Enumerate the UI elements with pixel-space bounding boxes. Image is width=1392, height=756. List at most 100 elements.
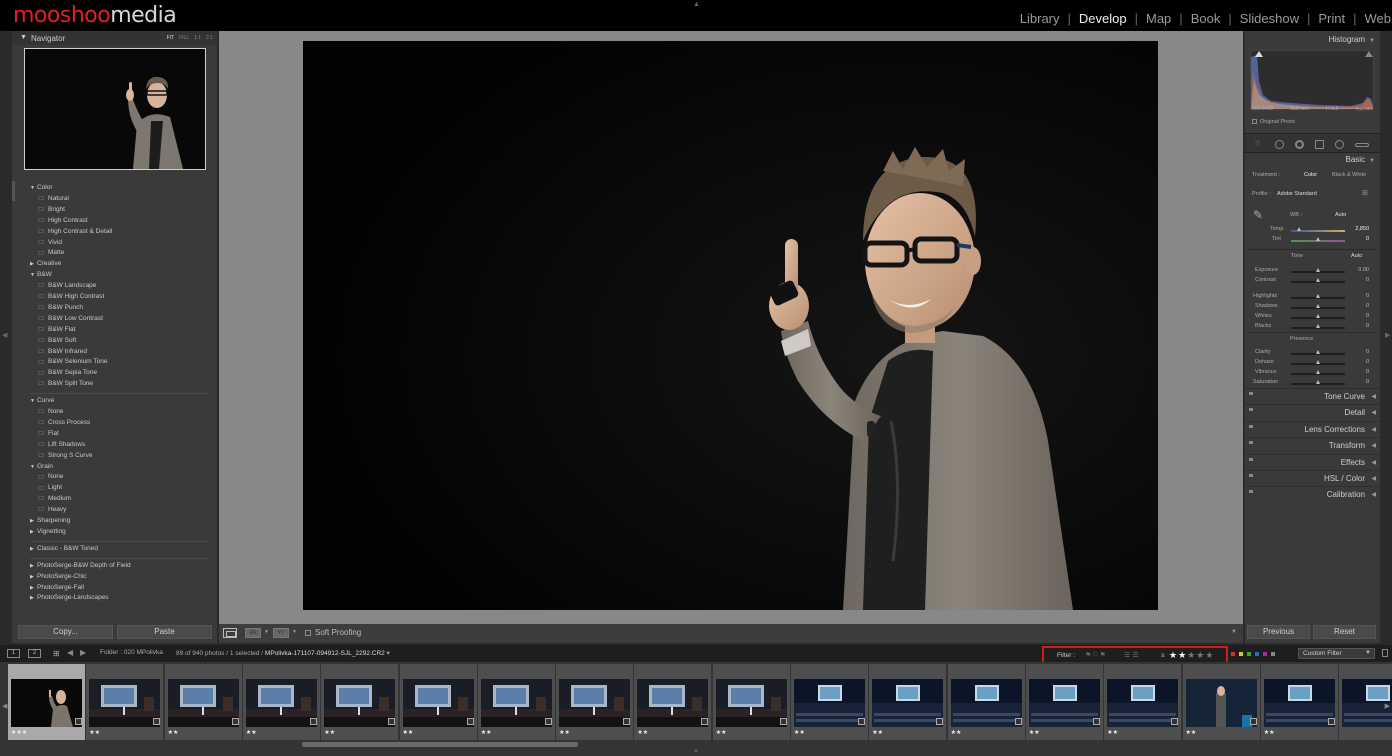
vibrance-slider-knob[interactable]: [1316, 370, 1320, 374]
bottom-panel-toggle-icon[interactable]: ▼: [693, 749, 699, 755]
navigator-preview[interactable]: [24, 48, 206, 170]
toolbar-menu-icon[interactable]: ▼: [1231, 629, 1237, 635]
preset-item[interactable]: High Contrast: [38, 217, 88, 224]
contrast-slider[interactable]: [1291, 278, 1345, 283]
panel-lens-corrections[interactable]: Lens Corrections ◀: [1245, 420, 1380, 437]
filmstrip-thumbnail[interactable]: ★★: [1182, 664, 1260, 740]
filmstrip-thumbnail[interactable]: ★★: [556, 664, 634, 740]
preset-item[interactable]: Strong S Curve: [38, 452, 92, 459]
filmstrip-thumbnail[interactable]: ★★: [869, 664, 947, 740]
whites-slider[interactable]: [1291, 314, 1345, 319]
panel-switch-icon[interactable]: [1249, 408, 1253, 412]
treatment-bw-option[interactable]: Black & White: [1332, 172, 1366, 178]
spot-removal-icon[interactable]: [1275, 140, 1284, 149]
preset-item[interactable]: Cross Process: [38, 419, 90, 426]
dehaze-value[interactable]: 0: [1366, 359, 1369, 365]
exposure-slider[interactable]: [1291, 268, 1345, 273]
color-label-swatch[interactable]: [1255, 652, 1259, 656]
color-label-swatch[interactable]: [1231, 652, 1235, 656]
copy-settings-button[interactable]: Copy...: [18, 625, 113, 639]
temp-slider[interactable]: [1291, 227, 1345, 232]
zoom-1-1[interactable]: 1:1: [194, 35, 201, 41]
right-panel-edge[interactable]: ▶: [1380, 31, 1392, 643]
module-web[interactable]: Web: [1364, 11, 1392, 26]
temp-slider-knob[interactable]: [1297, 227, 1301, 231]
blacks-slider[interactable]: [1291, 324, 1345, 329]
star-icon[interactable]: ★: [1205, 650, 1214, 660]
whites-slider-knob[interactable]: [1316, 314, 1320, 318]
custom-filter-select[interactable]: Custom Filter ▼: [1298, 648, 1375, 659]
tint-slider-knob[interactable]: [1316, 237, 1320, 241]
profile-select[interactable]: Adobe Standard: [1277, 191, 1317, 197]
preset-item[interactable]: Medium: [38, 495, 71, 502]
left-panel-edge[interactable]: ◀: [0, 31, 12, 643]
preset-group[interactable]: ▶ Sharpening: [30, 517, 70, 524]
filter-lock-icon[interactable]: [1382, 649, 1388, 657]
tint-slider[interactable]: [1291, 237, 1345, 242]
module-book[interactable]: Book: [1190, 11, 1222, 26]
saturation-value[interactable]: 0: [1366, 379, 1369, 385]
panel-detail[interactable]: Detail ◀: [1245, 404, 1380, 420]
main-photo[interactable]: [303, 41, 1158, 610]
graduated-filter-icon[interactable]: [1315, 140, 1324, 149]
star-icon[interactable]: ★: [1196, 650, 1205, 660]
color-label-filter[interactable]: [1231, 652, 1275, 656]
preset-group[interactable]: ▶ PhotoSerge-Chic: [30, 573, 87, 580]
preset-group[interactable]: ▶ Vignetting: [30, 528, 66, 535]
saturation-slider-knob[interactable]: [1316, 380, 1320, 384]
wb-select[interactable]: Auto: [1335, 212, 1346, 218]
panel-tone-curve[interactable]: Tone Curve ◀: [1245, 388, 1380, 404]
preset-item[interactable]: Light: [38, 484, 62, 491]
whites-value[interactable]: 0: [1366, 313, 1369, 319]
rating-filter-stars[interactable]: ★★★★★: [1169, 650, 1214, 661]
main-window-button[interactable]: 1: [7, 649, 20, 658]
preset-item[interactable]: Natural: [38, 195, 69, 202]
filmstrip-thumbnail[interactable]: ★★: [1104, 664, 1182, 740]
histogram-header[interactable]: Histogram ▼: [1329, 35, 1375, 44]
preset-item[interactable]: B&W Selenium Tone: [38, 358, 108, 365]
reset-button[interactable]: Reset: [1313, 625, 1376, 639]
grid-view-icon[interactable]: ⊞: [53, 649, 60, 658]
radial-filter-icon[interactable]: [1335, 140, 1344, 149]
panel-calibration[interactable]: Calibration ◀: [1245, 486, 1380, 502]
preset-item[interactable]: Vivid: [38, 239, 62, 246]
preset-group[interactable]: ▼ B&W: [30, 271, 52, 278]
filmstrip-thumbnail[interactable]: ★★: [791, 664, 868, 740]
filmstrip-thumbnail[interactable]: ★★: [634, 664, 712, 740]
color-label-swatch[interactable]: [1239, 652, 1243, 656]
preset-item[interactable]: Bright: [38, 206, 65, 213]
wb-eyedropper-icon[interactable]: ✎: [1253, 208, 1263, 222]
preset-item[interactable]: B&W Infrared: [38, 348, 87, 355]
vibrance-slider[interactable]: [1291, 370, 1345, 375]
before-after-icon[interactable]: RR: [245, 628, 261, 638]
filmstrip-thumbnail[interactable]: ★★: [477, 664, 555, 740]
previous-button[interactable]: Previous: [1247, 625, 1310, 639]
dehaze-slider[interactable]: [1291, 360, 1345, 365]
preset-item[interactable]: High Contrast & Detail: [38, 228, 112, 235]
navigator-header[interactable]: ▼ Navigator FIT FILL 1:1 2:1: [12, 31, 217, 45]
treatment-color-option[interactable]: Color: [1304, 172, 1317, 178]
module-print[interactable]: Print: [1317, 11, 1346, 26]
exposure-slider-knob[interactable]: [1316, 268, 1320, 272]
paste-settings-button[interactable]: Paste: [117, 625, 212, 639]
highlights-slider-knob[interactable]: [1316, 294, 1320, 298]
preset-group[interactable]: ▼ Color: [30, 184, 53, 191]
preset-item[interactable]: B&W Flat: [38, 326, 75, 333]
clarity-value[interactable]: 0: [1366, 349, 1369, 355]
zoom-fit[interactable]: FIT: [167, 35, 175, 41]
shadows-slider-knob[interactable]: [1316, 304, 1320, 308]
color-label-swatch[interactable]: [1263, 652, 1267, 656]
panel-hsl-color[interactable]: HSL / Color ◀: [1245, 470, 1380, 486]
blacks-slider-knob[interactable]: [1316, 324, 1320, 328]
filmstrip-thumbnail[interactable]: ★★: [1260, 664, 1338, 740]
filmstrip-thumbnail[interactable]: ★★: [712, 664, 790, 740]
panel-transform[interactable]: Transform ◀: [1245, 437, 1380, 453]
preset-item[interactable]: B&W Punch: [38, 304, 83, 311]
module-map[interactable]: Map: [1145, 11, 1172, 26]
left-panel-toggle-icon[interactable]: ◀: [2, 331, 7, 339]
filmstrip-scroll-left-icon[interactable]: ◀: [2, 702, 7, 710]
preset-item[interactable]: None: [38, 408, 64, 415]
right-panel-toggle-icon[interactable]: ▶: [1385, 331, 1390, 339]
filmstrip-thumbnail[interactable]: ★★: [1025, 664, 1103, 740]
panel-switch-icon[interactable]: [1249, 490, 1253, 494]
